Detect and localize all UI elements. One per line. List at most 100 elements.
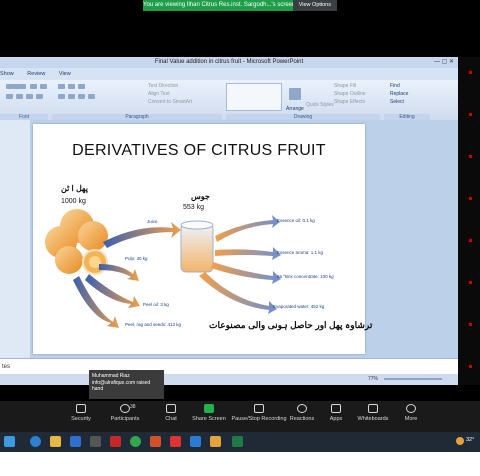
urdu-caption: ترشاوہ پھل اور حاصل ہونی والی مصنوعات — [209, 320, 373, 330]
align-left-icon[interactable] — [58, 94, 65, 99]
start-icon[interactable] — [4, 436, 15, 447]
ribbon: Text Direction Align Text Convert to Sma… — [0, 80, 458, 121]
slide-editing-area: DERIVATIVES OF CITRUS FRUIT پھل ا ٹن 100… — [30, 120, 458, 358]
replace-button[interactable]: Replace — [390, 91, 408, 97]
juice-label-urdu: جوس — [191, 192, 210, 201]
window-title-bar: Final Value addition in citrus fruit - M… — [0, 57, 458, 68]
slides-pane[interactable] — [0, 120, 30, 358]
bullets-icon[interactable] — [58, 84, 65, 89]
mic-muted-icon — [469, 323, 472, 326]
tab-review[interactable]: Review — [27, 71, 45, 77]
pause-stop-icon — [254, 404, 264, 413]
view-options-button[interactable]: View Options — [292, 0, 337, 11]
raised-hand-notification[interactable]: Muhammad Riaz info@alrafique.com raised … — [89, 370, 164, 399]
participants-label: Participants — [110, 416, 140, 422]
juice-glass-image — [180, 220, 214, 273]
notes-pane[interactable]: tes — [0, 358, 458, 375]
status-bar: 77% — [0, 374, 458, 385]
align-text-button[interactable]: Align Text — [148, 91, 170, 97]
bottom-area — [0, 452, 480, 476]
underline-icon[interactable] — [26, 94, 33, 99]
juice-weight: 553 kg — [183, 204, 205, 211]
participants-count: 38 — [130, 404, 136, 410]
italic-icon[interactable] — [16, 94, 23, 99]
ribbon-tabs: Show Review View — [0, 68, 458, 80]
convert-smartart-button[interactable]: Convert to SmartArt — [148, 99, 192, 105]
slide[interactable]: DERIVATIVES OF CITRUS FRUIT پھل ا ٹن 100… — [33, 124, 372, 354]
more-label: More — [404, 416, 418, 422]
more-button[interactable]: More — [386, 404, 436, 422]
app-icon[interactable] — [210, 436, 221, 447]
mic-muted-icon — [469, 281, 472, 284]
arrange-button[interactable]: Arrange — [286, 106, 304, 112]
right-side-panel — [458, 57, 480, 385]
window-controls[interactable]: — ▢ ✕ — [434, 57, 454, 68]
arrange-icon — [289, 88, 301, 100]
share-screen-button[interactable]: Share Screen — [184, 404, 234, 422]
excel-icon[interactable] — [232, 436, 243, 447]
more-icon — [406, 404, 416, 413]
essence-aroma-label: Essence aroma: 1.1 kg — [277, 250, 324, 255]
zoom-icon[interactable] — [190, 436, 201, 447]
shrink-font-icon[interactable] — [40, 84, 47, 89]
whiteboards-label: Whiteboards — [357, 416, 389, 422]
app-icon[interactable] — [110, 436, 121, 447]
essence-aroma-arrow — [215, 247, 281, 260]
participants-button[interactable]: Participants — [100, 404, 150, 422]
font-color-icon[interactable] — [36, 94, 43, 99]
powerpoint-window: Final Value addition in citrus fruit - M… — [0, 57, 458, 385]
security-button[interactable]: Security — [56, 404, 106, 422]
participants-icon — [120, 404, 130, 413]
shapes-gallery[interactable] — [226, 83, 282, 111]
weather-icon[interactable] — [456, 437, 464, 445]
chat-label: Chat — [165, 416, 177, 422]
whatsapp-icon[interactable] — [130, 436, 141, 447]
pdf-icon[interactable] — [170, 436, 181, 447]
numbering-icon[interactable] — [68, 84, 75, 89]
evaporated-label: Evaporated water: 452 kg — [273, 304, 325, 309]
essence-oil-arrow — [215, 215, 280, 242]
pulp-arrow — [99, 264, 139, 281]
justify-icon[interactable] — [88, 94, 95, 99]
zoom-slider[interactable] — [384, 378, 442, 380]
align-center-icon[interactable] — [68, 94, 75, 99]
grow-font-icon[interactable] — [30, 84, 37, 89]
mic-muted-icon — [469, 365, 472, 368]
quick-styles-button[interactable]: Quick Styles — [306, 102, 334, 108]
shape-fill-button[interactable]: Shape Fill — [334, 83, 356, 89]
peel-rag-seeds-label: Peel, rag and seeds: 413 kg — [125, 322, 182, 327]
select-button[interactable]: Select — [390, 99, 404, 105]
powerpoint-icon[interactable] — [150, 436, 161, 447]
app-icon[interactable] — [90, 436, 101, 447]
file-explorer-icon[interactable] — [50, 436, 61, 447]
bold-icon[interactable] — [6, 94, 13, 99]
juice-arrow — [103, 222, 181, 248]
mic-muted-icon — [469, 71, 472, 74]
whiteboard-icon — [368, 404, 378, 413]
oranges-image — [45, 209, 108, 275]
tab-slide-show[interactable]: Show — [0, 71, 14, 77]
windows-taskbar: 32° — [0, 432, 480, 452]
fruit-weight: 1000 kg — [61, 198, 86, 205]
apps-icon — [331, 404, 341, 413]
brix-arrow — [211, 262, 281, 284]
edge-icon[interactable] — [30, 436, 41, 447]
essence-oil-label: Essence oil: 0.1 kg — [277, 218, 315, 223]
find-button[interactable]: Find — [390, 83, 400, 89]
shape-outline-button[interactable]: Shape Outline — [334, 91, 366, 97]
peel-oil-label: Peel oil: 3 kg — [143, 302, 169, 307]
text-direction-button[interactable]: Text Direction — [148, 83, 178, 89]
pulp-label: Pulp: 30 kg — [125, 256, 148, 261]
shape-effects-button[interactable]: Shape Effects — [334, 99, 365, 105]
store-icon[interactable] — [70, 436, 81, 447]
reactions-icon — [297, 404, 307, 413]
temperature: 32° — [466, 437, 475, 443]
notification-suffix: hand — [92, 386, 104, 392]
juice-label: Juice — [147, 219, 158, 224]
mic-muted-icon — [469, 197, 472, 200]
banner-message: You are viewing Ilhan Citrus Res.inst. S… — [143, 2, 293, 8]
align-right-icon[interactable] — [78, 94, 85, 99]
indent-icon[interactable] — [78, 84, 85, 89]
font-size-box[interactable] — [6, 84, 26, 89]
tab-view[interactable]: View — [59, 71, 71, 77]
